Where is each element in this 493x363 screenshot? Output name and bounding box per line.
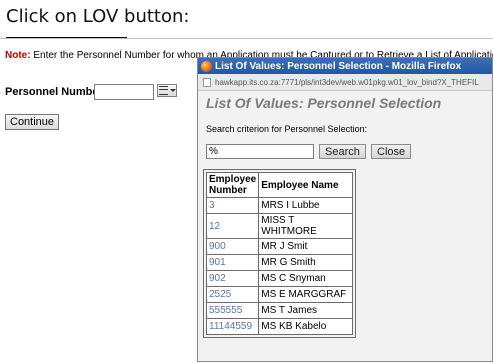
employee-number-link[interactable]: 11144559 bbox=[205, 318, 260, 335]
page-icon bbox=[203, 77, 211, 87]
continue-button[interactable]: Continue bbox=[5, 114, 60, 130]
lov-popup-window: List Of Values: Personnel Selection - Mo… bbox=[197, 57, 493, 362]
lov-heading: List Of Values: Personnel Selection bbox=[206, 95, 442, 111]
list-icon bbox=[158, 86, 168, 95]
employee-number-link[interactable]: 900 bbox=[205, 238, 260, 255]
employee-name: MS KB Kabelo bbox=[258, 318, 354, 335]
personnel-number-input[interactable] bbox=[94, 84, 154, 100]
table-row[interactable]: 901 MR G Smith bbox=[205, 254, 354, 271]
table-row[interactable]: 3 MRS I Lubbe bbox=[205, 197, 354, 214]
results-table: Employee Number Employee Name 3 MRS I Lu… bbox=[202, 169, 357, 338]
employee-number-link[interactable]: 2525 bbox=[205, 286, 260, 303]
employee-number-link[interactable]: 3 bbox=[205, 197, 260, 214]
employee-name: MRS I Lubbe bbox=[258, 197, 354, 214]
employee-name: MR J Smit bbox=[258, 238, 354, 255]
employee-number-link[interactable]: 902 bbox=[205, 270, 260, 287]
search-input[interactable] bbox=[206, 144, 314, 159]
note-prefix: Note: bbox=[5, 50, 31, 61]
table-row[interactable]: 12 MISS T WHITMORE bbox=[205, 213, 354, 239]
table-row[interactable]: 902 MS C Snyman bbox=[205, 270, 354, 287]
url-text: hawkapp.its.co.za:7771/pls/int3dev/web.w… bbox=[215, 77, 479, 87]
employee-number-link[interactable]: 12 bbox=[205, 213, 260, 239]
tutorial-caption: Click on LOV button: bbox=[6, 6, 190, 27]
employee-name: MISS T WHITMORE bbox=[258, 213, 354, 239]
employee-name: MS E MARGGRAF bbox=[258, 286, 354, 303]
search-criterion-label: Search criterion for Personnel Selection… bbox=[206, 124, 368, 134]
close-button[interactable]: Close bbox=[371, 144, 412, 159]
window-title: List Of Values: Personnel Selection - Mo… bbox=[215, 60, 462, 72]
table-row[interactable]: 2525 MS E MARGGRAF bbox=[205, 286, 354, 303]
employee-name: MS T James bbox=[258, 302, 354, 319]
employee-name: MR G Smith bbox=[258, 254, 354, 271]
popup-titlebar[interactable]: List Of Values: Personnel Selection - Mo… bbox=[198, 58, 492, 74]
table-row[interactable]: 555555 MS T James bbox=[205, 302, 354, 319]
header-employee-name: Employee Name bbox=[258, 172, 354, 198]
employee-name: MS C Snyman bbox=[258, 270, 354, 287]
table-row[interactable]: 900 MR J Smit bbox=[205, 238, 354, 255]
employee-number-link[interactable]: 901 bbox=[205, 254, 260, 271]
url-bar[interactable]: hawkapp.its.co.za:7771/pls/int3dev/web.w… bbox=[198, 74, 492, 91]
table-header-row: Employee Number Employee Name bbox=[205, 172, 354, 198]
search-button[interactable]: Search bbox=[319, 144, 366, 159]
header-employee-number: Employee Number bbox=[205, 172, 260, 198]
lov-button[interactable] bbox=[157, 84, 177, 97]
employee-number-link[interactable]: 555555 bbox=[205, 302, 260, 319]
dropdown-arrow-icon bbox=[169, 89, 176, 92]
table-row[interactable]: 11144559 MS KB Kabelo bbox=[205, 318, 354, 335]
personnel-number-label: Personnel Number: bbox=[5, 86, 107, 98]
firefox-icon bbox=[201, 60, 212, 72]
